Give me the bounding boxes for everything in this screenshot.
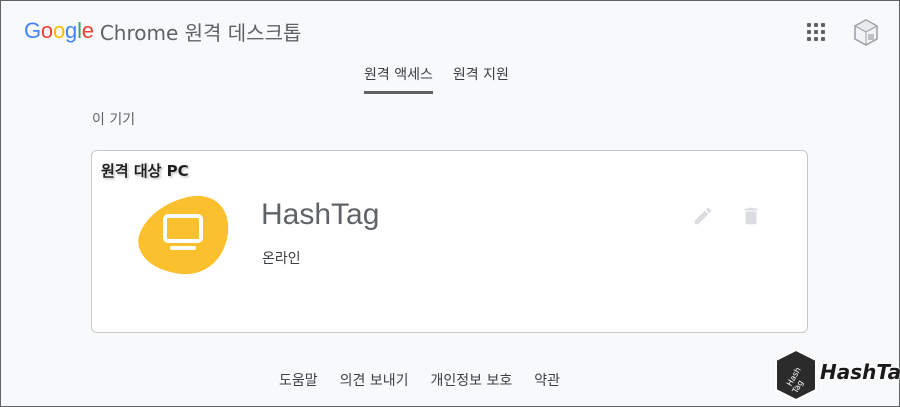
footer-link-privacy[interactable]: 개인정보 보호: [431, 370, 513, 390]
logo-letter: o: [40, 18, 53, 43]
app-header: Google Chrome 원격 데스크톱: [24, 16, 301, 46]
footer-link-feedback[interactable]: 의견 보내기: [340, 370, 409, 390]
section-heading: 이 기기: [92, 112, 136, 128]
account-avatar[interactable]: [852, 18, 880, 46]
app-title: Chrome 원격 데스크톱: [99, 20, 302, 45]
logo-letter: G: [24, 18, 41, 43]
footer-links: 도움말 의견 보내기 개인정보 보호 약관: [279, 370, 582, 390]
computer-icon[interactable]: [132, 192, 230, 276]
tab-remote-access[interactable]: 원격 액세스: [364, 62, 433, 94]
annotation-label: 원격 대상 PC: [101, 162, 189, 180]
delete-icon[interactable]: [740, 204, 762, 228]
logo-letter: e: [81, 18, 94, 43]
google-logo: Google: [24, 18, 94, 44]
tab-remote-support[interactable]: 원격 지원: [453, 62, 509, 94]
footer-link-help[interactable]: 도움말: [279, 370, 318, 390]
logo-letter: g: [65, 18, 78, 43]
footer-link-terms[interactable]: 약관: [534, 370, 560, 390]
edit-icon[interactable]: [692, 205, 714, 227]
tab-bar: 원격 액세스 원격 지원: [364, 62, 529, 94]
watermark-text: HashTag: [820, 360, 900, 384]
logo-letter: o: [52, 18, 66, 43]
device-status: 온라인: [262, 251, 301, 267]
google-apps-icon[interactable]: [807, 23, 827, 43]
device-name: HashTag: [261, 198, 380, 231]
